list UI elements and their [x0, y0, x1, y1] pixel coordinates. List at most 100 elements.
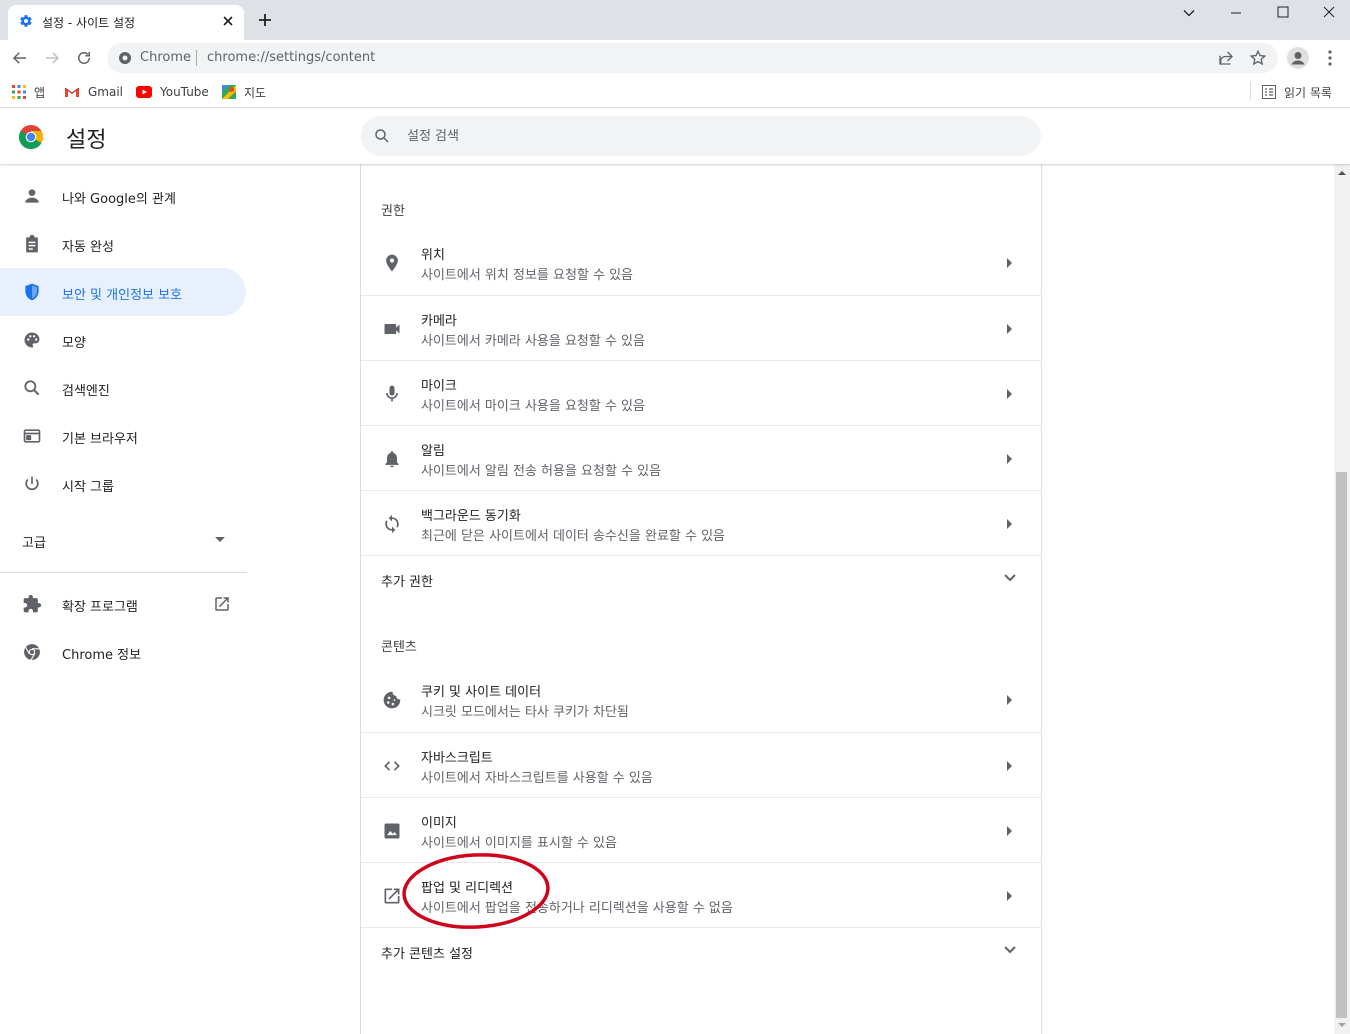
cookie-icon: [382, 690, 402, 710]
row-title: 카메라: [421, 314, 457, 329]
arrow-right-icon: [1007, 891, 1013, 901]
sidebar-item-label: 모양: [62, 336, 86, 351]
bookmarks-divider: [1250, 82, 1251, 100]
list-item-cookies[interactable]: 쿠키 및 사이트 데이터 시크릿 모드에서는 타사 쿠키가 차단됨: [361, 667, 1041, 732]
forward-icon[interactable]: [43, 49, 61, 67]
browser-window-icon: [22, 426, 42, 446]
sidebar-item-privacy-security[interactable]: 보안 및 개인정보 보호: [0, 268, 246, 316]
gmail-icon: [64, 86, 80, 98]
tab-strip: 설정 - 사이트 설정: [0, 0, 1350, 40]
bookmark-label: 앱: [34, 85, 46, 100]
bookmark-youtube[interactable]: YouTube: [136, 82, 209, 102]
list-item-notifications[interactable]: 알림 사이트에서 알림 전송 허용을 요청할 수 있음: [361, 425, 1041, 490]
bookmark-apps[interactable]: 앱: [12, 82, 45, 102]
tab-title: 설정 - 사이트 설정: [42, 16, 136, 30]
tab-settings[interactable]: 설정 - 사이트 설정: [8, 5, 244, 40]
share-icon[interactable]: [1217, 49, 1235, 67]
row-title: 자바스크립트: [421, 751, 493, 766]
site-settings-card: 권한 위치 사이트에서 위치 정보를 요청할 수 있음 카메라 사이트에서 카메…: [360, 164, 1042, 1034]
bookmarks-bar: 앱 Gmail YouTube 지도 읽기 목록: [0, 76, 1350, 108]
row-title: 알림: [421, 444, 445, 459]
page-scrollbar[interactable]: [1334, 164, 1350, 1034]
image-icon: [382, 821, 402, 841]
content-section-title: 콘텐츠: [381, 640, 417, 655]
shield-icon: [22, 282, 42, 302]
expander-label: 추가 콘텐츠 설정: [381, 947, 473, 962]
camera-icon: [382, 319, 402, 339]
list-item-javascript[interactable]: 자바스크립트 사이트에서 자바스크립트를 사용할 수 있음: [361, 732, 1041, 797]
row-title: 위치: [421, 248, 445, 263]
maps-icon: [222, 85, 236, 99]
row-subtitle: 사이트에서 자바스크립트를 사용할 수 있음: [421, 771, 653, 786]
settings-search[interactable]: [361, 116, 1041, 156]
bookmark-label: YouTube: [160, 85, 209, 99]
bookmark-label: 지도: [244, 85, 267, 100]
row-title: 마이크: [421, 379, 457, 394]
list-item-popups-redirects[interactable]: 팝업 및 리디렉션 사이트에서 팝업을 전송하거나 리디렉션을 사용할 수 없음: [361, 862, 1041, 927]
row-title: 팝업 및 리디렉션: [421, 881, 513, 896]
list-item-images[interactable]: 이미지 사이트에서 이미지를 표시할 수 있음: [361, 797, 1041, 862]
sidebar-item-about-chrome[interactable]: Chrome 정보: [0, 628, 246, 676]
close-tab-icon[interactable]: [222, 15, 234, 27]
expander-label: 추가 권한: [381, 575, 433, 590]
arrow-right-icon: [1007, 761, 1013, 771]
row-subtitle: 사이트에서 마이크 사용을 요청할 수 있음: [421, 399, 645, 414]
sidebar-item-default-browser[interactable]: 기본 브라우저: [0, 412, 246, 460]
bookmark-star-icon[interactable]: [1249, 49, 1267, 67]
arrow-right-icon: [1007, 454, 1013, 464]
palette-icon: [22, 330, 42, 350]
row-subtitle: 최근에 닫은 사이트에서 데이터 송수신을 완료할 수 있음: [421, 529, 726, 544]
sidebar-item-extensions[interactable]: 확장 프로그램: [0, 580, 246, 628]
scroll-down-arrow-icon[interactable]: [1338, 1022, 1346, 1028]
scroll-up-arrow-icon[interactable]: [1338, 170, 1346, 176]
more-menu-icon[interactable]: [1324, 49, 1336, 67]
new-tab-button[interactable]: [258, 13, 272, 27]
sidebar: 나와 Google의 관계 자동 완성 보안 및 개인정보 보호 모양 검색엔진…: [0, 164, 256, 1034]
sync-icon: [382, 514, 402, 534]
bookmark-maps[interactable]: 지도: [222, 82, 266, 102]
sidebar-advanced[interactable]: 고급: [0, 516, 246, 564]
chrome-secure-icon[interactable]: [118, 51, 132, 65]
reload-icon[interactable]: [75, 49, 93, 67]
omnibox-url[interactable]: chrome://settings/content: [207, 50, 375, 65]
caret-down-icon: [215, 537, 225, 543]
sidebar-item-appearance[interactable]: 모양: [0, 316, 246, 364]
list-item-camera[interactable]: 카메라 사이트에서 카메라 사용을 요청할 수 있음: [361, 295, 1041, 360]
youtube-icon: [136, 86, 152, 98]
search-icon: [373, 127, 391, 145]
sidebar-item-label: 자동 완성: [62, 240, 114, 255]
sidebar-item-search-engine[interactable]: 검색엔진: [0, 364, 246, 412]
sidebar-item-label: 시작 그룹: [62, 480, 114, 495]
minimize-icon[interactable]: [1228, 5, 1248, 21]
chevron-down-icon: [1004, 574, 1016, 582]
arrow-right-icon: [1007, 695, 1013, 705]
list-item-location[interactable]: 위치 사이트에서 위치 정보를 요청할 수 있음: [361, 230, 1041, 295]
power-icon: [22, 474, 42, 494]
arrow-right-icon: [1007, 389, 1013, 399]
person-icon: [22, 186, 42, 206]
sidebar-item-autofill[interactable]: 자동 완성: [0, 220, 246, 268]
bookmark-gmail[interactable]: Gmail: [64, 82, 123, 102]
tab-search-icon[interactable]: [1181, 5, 1201, 21]
scrollbar-thumb[interactable]: [1336, 472, 1347, 1018]
sidebar-item-label: 확장 프로그램: [62, 600, 138, 615]
window-close-icon[interactable]: [1321, 5, 1341, 21]
arrow-right-icon: [1007, 826, 1013, 836]
back-icon[interactable]: [11, 49, 29, 67]
browser-toolbar: Chrome chrome://settings/content: [0, 40, 1350, 76]
additional-content-settings-expander[interactable]: 추가 콘텐츠 설정: [361, 927, 1041, 975]
list-item-background-sync[interactable]: 백그라운드 동기화 최근에 닫은 사이트에서 데이터 송수신을 완료할 수 있음: [361, 490, 1041, 555]
sidebar-item-on-startup[interactable]: 시작 그룹: [0, 460, 246, 508]
row-subtitle: 사이트에서 알림 전송 허용을 요청할 수 있음: [421, 464, 662, 479]
reading-list-button[interactable]: 읽기 목록: [1262, 82, 1332, 102]
search-input[interactable]: [407, 126, 1007, 146]
bell-icon: [382, 449, 402, 469]
address-bar[interactable]: Chrome chrome://settings/content: [107, 43, 1278, 73]
open-in-new-icon: [213, 595, 231, 613]
settings-gear-icon: [19, 14, 33, 28]
list-item-microphone[interactable]: 마이크 사이트에서 마이크 사용을 요청할 수 있음: [361, 360, 1041, 425]
maximize-icon[interactable]: [1275, 5, 1295, 21]
additional-permissions-expander[interactable]: 추가 권한: [361, 555, 1041, 603]
profile-avatar-icon[interactable]: [1287, 47, 1309, 69]
sidebar-item-you-and-google[interactable]: 나와 Google의 관계: [0, 172, 246, 220]
